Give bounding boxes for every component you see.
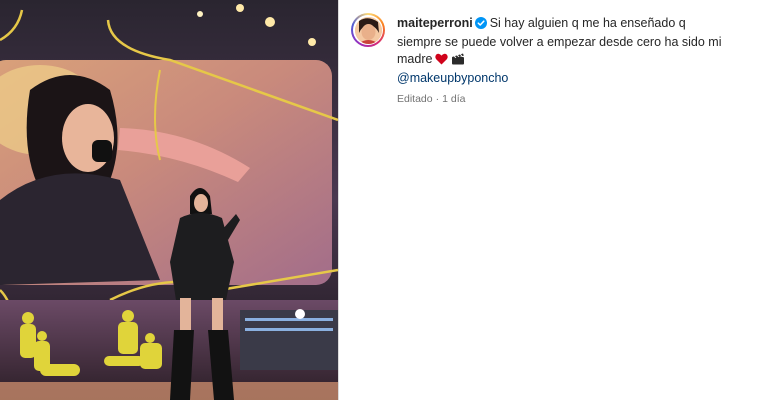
comments-pane: maiteperroni Si hay alguien q me ha enseñ… (339, 0, 768, 400)
avatar[interactable] (351, 13, 385, 47)
mention-link[interactable]: @makeupbyponcho (397, 70, 508, 87)
post-age[interactable]: 1 día (442, 93, 465, 105)
caption-row: maiteperroni Si hay alguien q me ha enseñ… (351, 13, 727, 105)
meta-separator: · (435, 93, 440, 105)
caption: maiteperroni Si hay alguien q me ha enseñ… (397, 15, 727, 87)
post-meta: Editado · 1 día (397, 93, 727, 105)
edited-label: Editado (397, 93, 433, 105)
caption-block: maiteperroni Si hay alguien q me ha enseñ… (397, 13, 727, 105)
concert-photo (0, 0, 338, 400)
instagram-post: maiteperroni Si hay alguien q me ha enseñ… (0, 0, 768, 400)
verified-badge-icon (474, 17, 487, 34)
red-heart-icon (435, 53, 449, 70)
clapper-board-icon (451, 52, 465, 70)
avatar-photo (354, 16, 382, 44)
username-link[interactable]: maiteperroni (397, 16, 473, 30)
post-photo[interactable] (0, 0, 338, 400)
